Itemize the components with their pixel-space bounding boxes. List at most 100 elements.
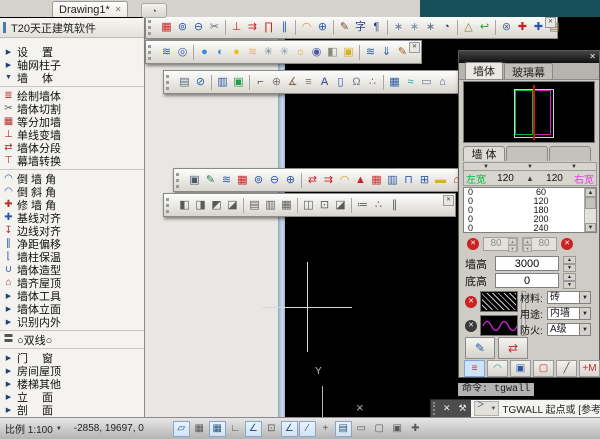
toolbar-grip[interactable] [176, 173, 183, 188]
polyline-tool-icon[interactable]: ⌐ [253, 75, 268, 90]
command-prompt-icon[interactable]: ＞_ ▼ [474, 401, 500, 416]
wave-cyan-icon[interactable]: ≈ [403, 75, 418, 90]
width-list-row[interactable]: 0180 [464, 206, 584, 215]
wall-offset-icon[interactable]: ⇉ [245, 20, 260, 35]
undo-green-icon[interactable]: ↩ [477, 20, 492, 35]
scroll-up-icon[interactable]: ▲ [585, 188, 596, 197]
width-list-row[interactable]: 060 [464, 188, 584, 197]
left-spin-arrows[interactable]: ▲▼ [508, 238, 517, 250]
text-edit-icon[interactable]: ✎ [337, 20, 352, 35]
wrench-icon[interactable]: ⚒ [459, 404, 467, 413]
scroll-down-icon[interactable]: ▼ [585, 223, 596, 232]
match-eyedropper-icon[interactable]: ╱ [556, 360, 577, 377]
arc-dimension-icon[interactable]: ◠ [299, 20, 314, 35]
palette-header[interactable]: T20天正建筑软件 [0, 18, 144, 38]
pair-vertical-icon[interactable]: ⊡ [317, 198, 332, 213]
gear-2-icon[interactable]: ✳ [277, 45, 292, 60]
text-paragraph-icon[interactable]: ¶ [369, 20, 384, 35]
width-list-row[interactable]: 0240 [464, 224, 584, 233]
axis-points-icon[interactable]: ⊚ [251, 173, 266, 188]
toolbar-close-icon[interactable]: ✕ [545, 17, 556, 28]
palette-item-curtain-wall-convert[interactable]: ⊤幕墙转换 [0, 154, 144, 167]
new-drawing-tab-button[interactable]: ◔ [141, 3, 167, 18]
layer-bulb-icon[interactable]: ● [229, 45, 244, 60]
width-list-row[interactable]: 0200 [464, 215, 584, 224]
wall-arc-mode-icon[interactable]: ◠ [487, 360, 508, 377]
scrollbar-thumb[interactable] [585, 197, 596, 209]
palette-item-identify-inner-outer[interactable]: ▶识别内外 [0, 315, 144, 328]
wall-replace-button[interactable]: ⇄ [498, 337, 528, 359]
subtab-blank-1[interactable] [506, 146, 548, 161]
ruler-level-icon[interactable]: ≡ [301, 75, 316, 90]
clear-hatch-button[interactable]: ✕ [465, 296, 477, 308]
wall-straight-mode-icon[interactable]: ≡ [464, 360, 485, 377]
palette-item-wall[interactable]: ▼墙 体 [0, 71, 144, 84]
subtab-blank-2[interactable] [549, 146, 591, 161]
pair-horizontal-icon[interactable]: ◫ [301, 198, 316, 213]
usage-select[interactable]: 内墙 [547, 307, 580, 320]
laptop-view-icon[interactable]: ▭ [419, 75, 434, 90]
arrange-back-icon[interactable]: ◪ [225, 198, 240, 213]
window-tool-icon[interactable]: ⊞ [417, 173, 432, 188]
right-width-spinner[interactable]: ▲▼ 80 [522, 237, 557, 251]
quick-properties-toggle[interactable]: ▣ [389, 421, 406, 437]
distribute-dots-icon[interactable]: ∴ [371, 198, 386, 213]
layer-edit-icon[interactable]: ✎ [395, 45, 410, 60]
layer-global-icon[interactable]: ◎ [175, 45, 190, 60]
material-dropdown-icon[interactable]: ▼ [580, 291, 591, 304]
bottom-height-input[interactable] [495, 273, 559, 288]
door-tool-icon[interactable]: ⊓ [401, 173, 416, 188]
toolbar-grip[interactable] [148, 20, 155, 35]
draw-wall-tool-icon[interactable]: ⇄ [305, 173, 320, 188]
left-width-value[interactable]: 120 [488, 173, 523, 184]
object-snap-toggle[interactable]: ⊡ [263, 421, 280, 437]
selection-cycling-toggle[interactable]: ✚ [407, 421, 424, 437]
clear-wave-button[interactable]: ✕ [465, 320, 477, 332]
command-input[interactable]: ＞_ ▼ TGWALL 起点或 [参考点( [471, 400, 600, 417]
text-a-icon[interactable]: A [317, 75, 332, 90]
insulation-wave-swatch[interactable] [480, 315, 518, 336]
axis-number-3-icon[interactable]: ∗ [423, 20, 438, 35]
drawing-file-tab[interactable]: Drawing1* ✕ [52, 1, 128, 17]
fire-rating-dropdown-icon[interactable]: ▼ [580, 323, 591, 336]
ortho-mode-toggle[interactable]: ∟ [227, 421, 244, 437]
delete-right-width-button[interactable]: ✕ [561, 238, 573, 250]
palette-item-double-line-mode[interactable]: 〓○双线○ [0, 333, 144, 346]
subtab-wall[interactable]: 墙 体 [463, 146, 505, 161]
text-style-icon[interactable]: 字 [353, 20, 368, 35]
align-lines-icon[interactable]: ∥ [277, 20, 292, 35]
close-tab-icon[interactable]: ✕ [115, 6, 122, 14]
subtab-dropdown-arrow[interactable]: ▼ [464, 163, 508, 170]
dynamic-ucs-toggle[interactable]: + [317, 421, 334, 437]
link-tool-icon[interactable]: ⊗ [499, 20, 514, 35]
rect-dashed-mode-icon[interactable]: ▢ [533, 360, 554, 377]
polar-tracking-toggle[interactable]: ∠ [245, 421, 262, 437]
pipe-fitting-icon[interactable]: ⊕ [269, 75, 284, 90]
axis-grid-icon[interactable]: ▦ [159, 20, 174, 35]
zoom-detail-icon[interactable]: ⊘ [193, 75, 208, 90]
subtab-dropdown-arrow[interactable]: ▼ [508, 163, 552, 170]
wall-segment-tool-icon[interactable]: ⇉ [321, 173, 336, 188]
coordinate-display[interactable]: -2858, 19697, 0 [74, 423, 169, 434]
plus-m-mode-icon[interactable]: +M [579, 360, 600, 377]
single-line-to-wall-icon[interactable]: ⊥ [229, 20, 244, 35]
grid-display-toggle[interactable]: ▦ [209, 421, 226, 437]
green-target-box-icon[interactable]: ▣ [231, 75, 246, 90]
layers-blue-icon[interactable]: ≋ [363, 45, 378, 60]
tab-wall[interactable]: 墙体 [465, 62, 503, 79]
axis-number-2-icon[interactable]: ∗ [407, 20, 422, 35]
hatch-pattern-swatch[interactable] [480, 291, 518, 312]
clock-tool-icon[interactable]: ◔ [439, 20, 454, 35]
command-close-icon[interactable]: ✕ [443, 404, 451, 413]
delete-left-width-button[interactable]: ✕ [467, 238, 479, 250]
toolbar-grip[interactable] [166, 75, 173, 90]
wall-section-preview[interactable] [463, 81, 595, 143]
command-bar-grip[interactable] [433, 402, 435, 415]
axis-cut-icon[interactable]: ⊖ [267, 173, 282, 188]
flag-blue-icon[interactable]: ▯ [333, 75, 348, 90]
add-axis-line-icon[interactable]: ⊖ [191, 20, 206, 35]
coord-dimension-icon[interactable]: ⊕ [315, 20, 330, 35]
move-blue-icon[interactable]: ✚ [531, 20, 546, 35]
arrange-front-icon[interactable]: ◩ [209, 198, 224, 213]
fire-rating-select[interactable]: A级 [547, 323, 580, 336]
